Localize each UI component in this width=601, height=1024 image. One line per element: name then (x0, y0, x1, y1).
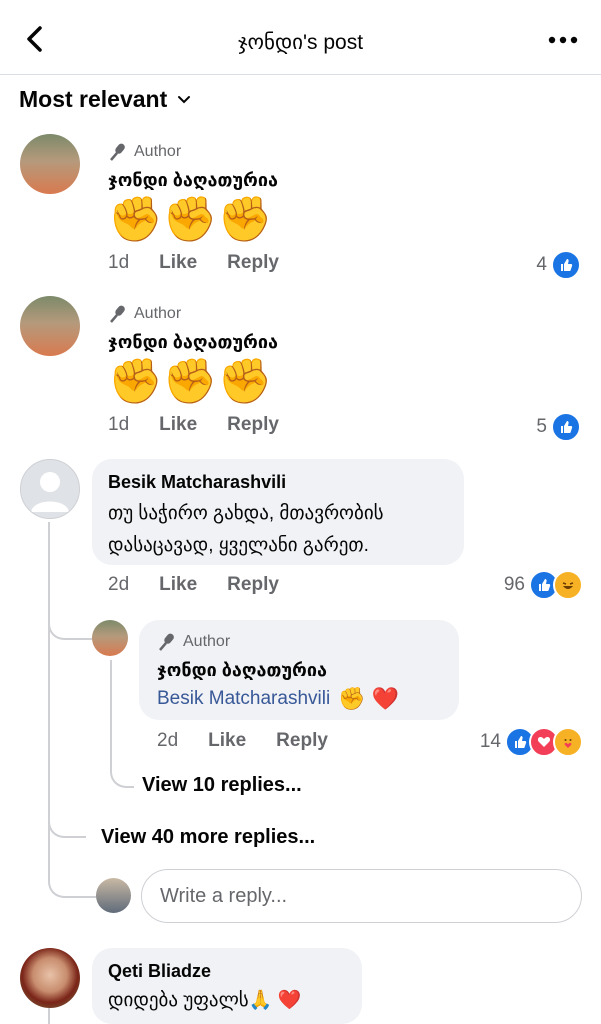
comment-bubble[interactable] (92, 948, 362, 1024)
thread-connector (48, 860, 98, 898)
commenter-name[interactable]: ჯონდი ბაღათურია (108, 170, 278, 191)
thread-connector (48, 600, 98, 640)
reaction-number: 5 (536, 416, 547, 437)
commenter-name[interactable]: Besik Matcharashvili (108, 472, 286, 493)
reaction-count[interactable]: 4 (536, 250, 581, 280)
reply-input[interactable]: Write a reply... (141, 869, 582, 923)
avatar[interactable] (92, 620, 128, 656)
timestamp: 1d (108, 252, 130, 273)
reaction-count[interactable]: 14 (480, 727, 583, 757)
like-reaction-icon (551, 250, 581, 280)
like-button[interactable]: Like (208, 730, 246, 752)
care-reaction-icon (553, 727, 583, 757)
comment-actions: 2d Like Reply (157, 730, 328, 752)
thread-line (48, 1008, 50, 1024)
reply-button[interactable]: Reply (227, 252, 279, 274)
author-label: Author (134, 143, 182, 160)
timestamp: 2d (157, 730, 179, 751)
more-options-icon[interactable] (548, 36, 578, 44)
comment-actions: 1d Like Reply (108, 414, 279, 436)
reaction-count[interactable]: 5 (536, 412, 581, 442)
comment-actions: 1d Like Reply (108, 252, 279, 274)
comment-text: დიდება უფალს🙏 ❤️ (108, 990, 302, 1011)
reaction-number: 96 (503, 574, 525, 595)
chevron-down-icon (178, 95, 191, 103)
like-button[interactable]: Like (159, 414, 197, 436)
page-title: ჯონდი's post (237, 31, 364, 54)
like-reaction-icon (551, 412, 581, 442)
reply-text: Besik Matcharashvili ✊ ❤️ (157, 686, 399, 712)
timestamp: 2d (108, 574, 130, 595)
sort-dropdown[interactable]: Most relevant (19, 86, 191, 113)
author-badge: Author (108, 142, 181, 162)
avatar[interactable] (20, 948, 80, 1008)
reaction-count[interactable]: 96 (504, 570, 583, 600)
avatar[interactable] (20, 459, 80, 519)
haha-reaction-icon (553, 570, 583, 600)
sort-label: Most relevant (19, 86, 168, 112)
commenter-name[interactable]: Qeti Bliadze (108, 961, 211, 982)
microphone-icon (110, 143, 125, 161)
mention-link[interactable]: Besik Matcharashvili (157, 688, 330, 710)
reply-button[interactable]: Reply (276, 730, 328, 752)
reaction-number: 14 (479, 731, 501, 752)
reaction-number: 4 (536, 254, 547, 275)
view-more-replies-link[interactable]: View 40 more replies... (101, 826, 315, 849)
default-avatar-icon (31, 472, 69, 512)
reply-button[interactable]: Reply (227, 574, 279, 596)
timestamp: 1d (108, 414, 130, 435)
comment-text-line: თუ საჭირო გახდა, მთავრობის (108, 503, 384, 524)
like-button[interactable]: Like (159, 252, 197, 274)
author-label: Author (134, 305, 182, 322)
comment-text-line: დასაცავად, ყველანი გარეთ. (108, 535, 369, 556)
avatar[interactable] (20, 134, 80, 194)
avatar[interactable] (20, 296, 80, 356)
author-badge: Author (108, 304, 181, 324)
thread-connector (110, 660, 134, 788)
current-user-avatar[interactable] (96, 878, 131, 913)
author-label: Author (183, 633, 231, 650)
author-badge: Author (157, 632, 230, 652)
thread-connector (48, 800, 86, 838)
comment-emoji: ✊✊✊ (108, 357, 273, 406)
microphone-icon (110, 305, 125, 323)
reply-button[interactable]: Reply (227, 414, 279, 436)
reply-placeholder: Write a reply... (160, 884, 288, 907)
reply-emoji: ✊ ❤️ (338, 686, 400, 711)
commenter-name[interactable]: ჯონდი ბაღათურია (108, 332, 278, 353)
commenter-name[interactable]: ჯონდი ბაღათურია (157, 660, 327, 681)
like-button[interactable]: Like (159, 574, 197, 596)
comment-actions: 2d Like Reply (108, 574, 279, 596)
microphone-icon (159, 633, 174, 651)
comment-emoji: ✊✊✊ (108, 195, 273, 244)
view-replies-link[interactable]: View 10 replies... (142, 774, 302, 797)
